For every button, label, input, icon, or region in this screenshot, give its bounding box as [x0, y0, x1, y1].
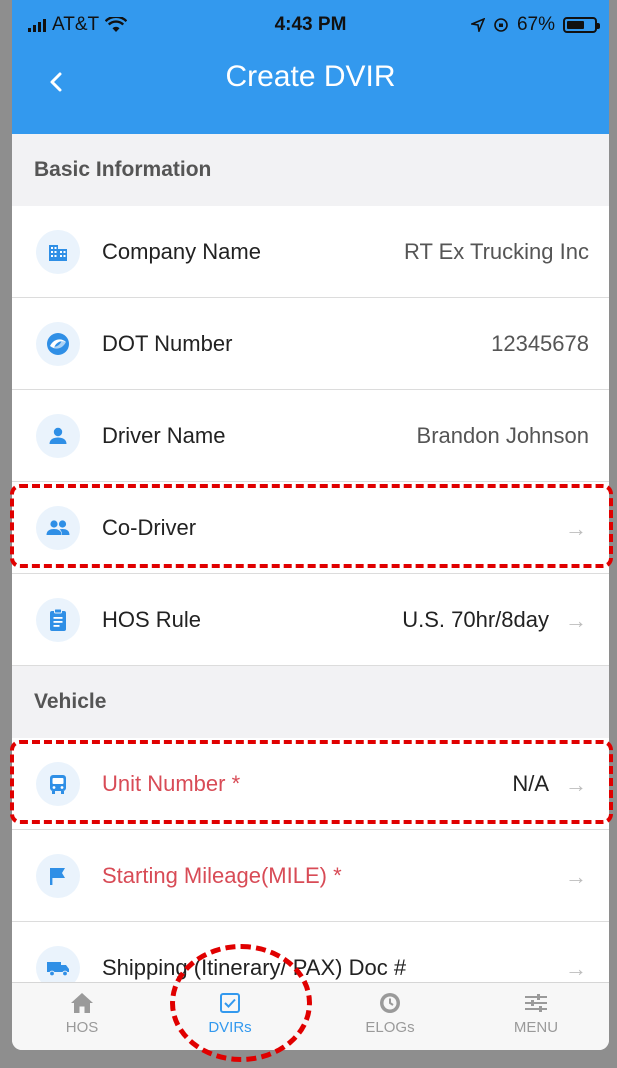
starting-mileage-label: Starting Mileage(MILE) *: [102, 863, 342, 888]
page-title: Create DVIR: [225, 60, 396, 93]
person-icon: [36, 414, 80, 458]
highlight-dvirs-tab: [170, 944, 312, 1062]
arrow-right-icon: →: [565, 864, 587, 889]
tab-hos[interactable]: HOS: [22, 989, 142, 1036]
section-title: Basic Information: [34, 158, 212, 181]
clock-icon: [330, 989, 450, 1017]
dot-number-label: DOT Number: [102, 331, 233, 356]
battery-percent: 67%: [516, 14, 555, 35]
building-icon: [36, 230, 80, 274]
section-header-basic: Basic Information: [12, 134, 609, 206]
tab-menu[interactable]: MENU: [476, 989, 596, 1036]
tab-label: ELOGs: [365, 1019, 415, 1036]
arrow-right-icon: →: [565, 956, 587, 981]
nav-header: Create DVIR: [12, 52, 609, 112]
hos-rule-label: HOS Rule: [102, 607, 202, 632]
company-name-label: Company Name: [102, 239, 261, 264]
flag-icon: [36, 854, 80, 898]
tab-label: MENU: [513, 1019, 559, 1036]
arrow-right-icon: →: [565, 608, 587, 633]
row-dot-number: DOT Number 12345678: [12, 298, 609, 390]
tab-label: HOS: [65, 1019, 99, 1036]
battery-icon: [563, 17, 600, 33]
highlight-co-driver: [10, 484, 613, 568]
row-hos-rule[interactable]: HOS Rule U.S. 70hr/8day →: [12, 574, 609, 666]
driver-name-label: Driver Name: [102, 423, 226, 448]
clipboard-icon: [36, 598, 80, 642]
dot-logo-icon: [36, 322, 80, 366]
row-starting-mileage[interactable]: Starting Mileage(MILE) * →: [12, 830, 609, 922]
row-driver-name: Driver Name Brandon Johnson: [12, 390, 609, 482]
row-company-name: Company Name RT Ex Trucking Inc: [12, 206, 609, 298]
status-right: 67%: [470, 14, 600, 36]
driver-name-value: Brandon Johnson: [416, 423, 589, 448]
section-title: Vehicle: [34, 690, 107, 713]
top-bar: AT&T 4:43 PM 67% Create DVIR: [12, 0, 609, 134]
status-bar: AT&T 4:43 PM 67%: [12, 0, 609, 48]
hos-rule-value: U.S. 70hr/8day: [402, 607, 549, 632]
company-name-value: RT Ex Trucking Inc: [403, 239, 589, 264]
tab-elogs[interactable]: ELOGs: [330, 989, 450, 1036]
highlight-unit-number: [10, 740, 613, 824]
section-header-vehicle: Vehicle: [12, 666, 609, 738]
home-icon: [22, 989, 142, 1017]
sliders-icon: [476, 989, 596, 1017]
dot-number-value: 12345678: [491, 331, 589, 356]
rotation-lock-icon: [494, 18, 508, 32]
location-icon: [470, 18, 485, 32]
